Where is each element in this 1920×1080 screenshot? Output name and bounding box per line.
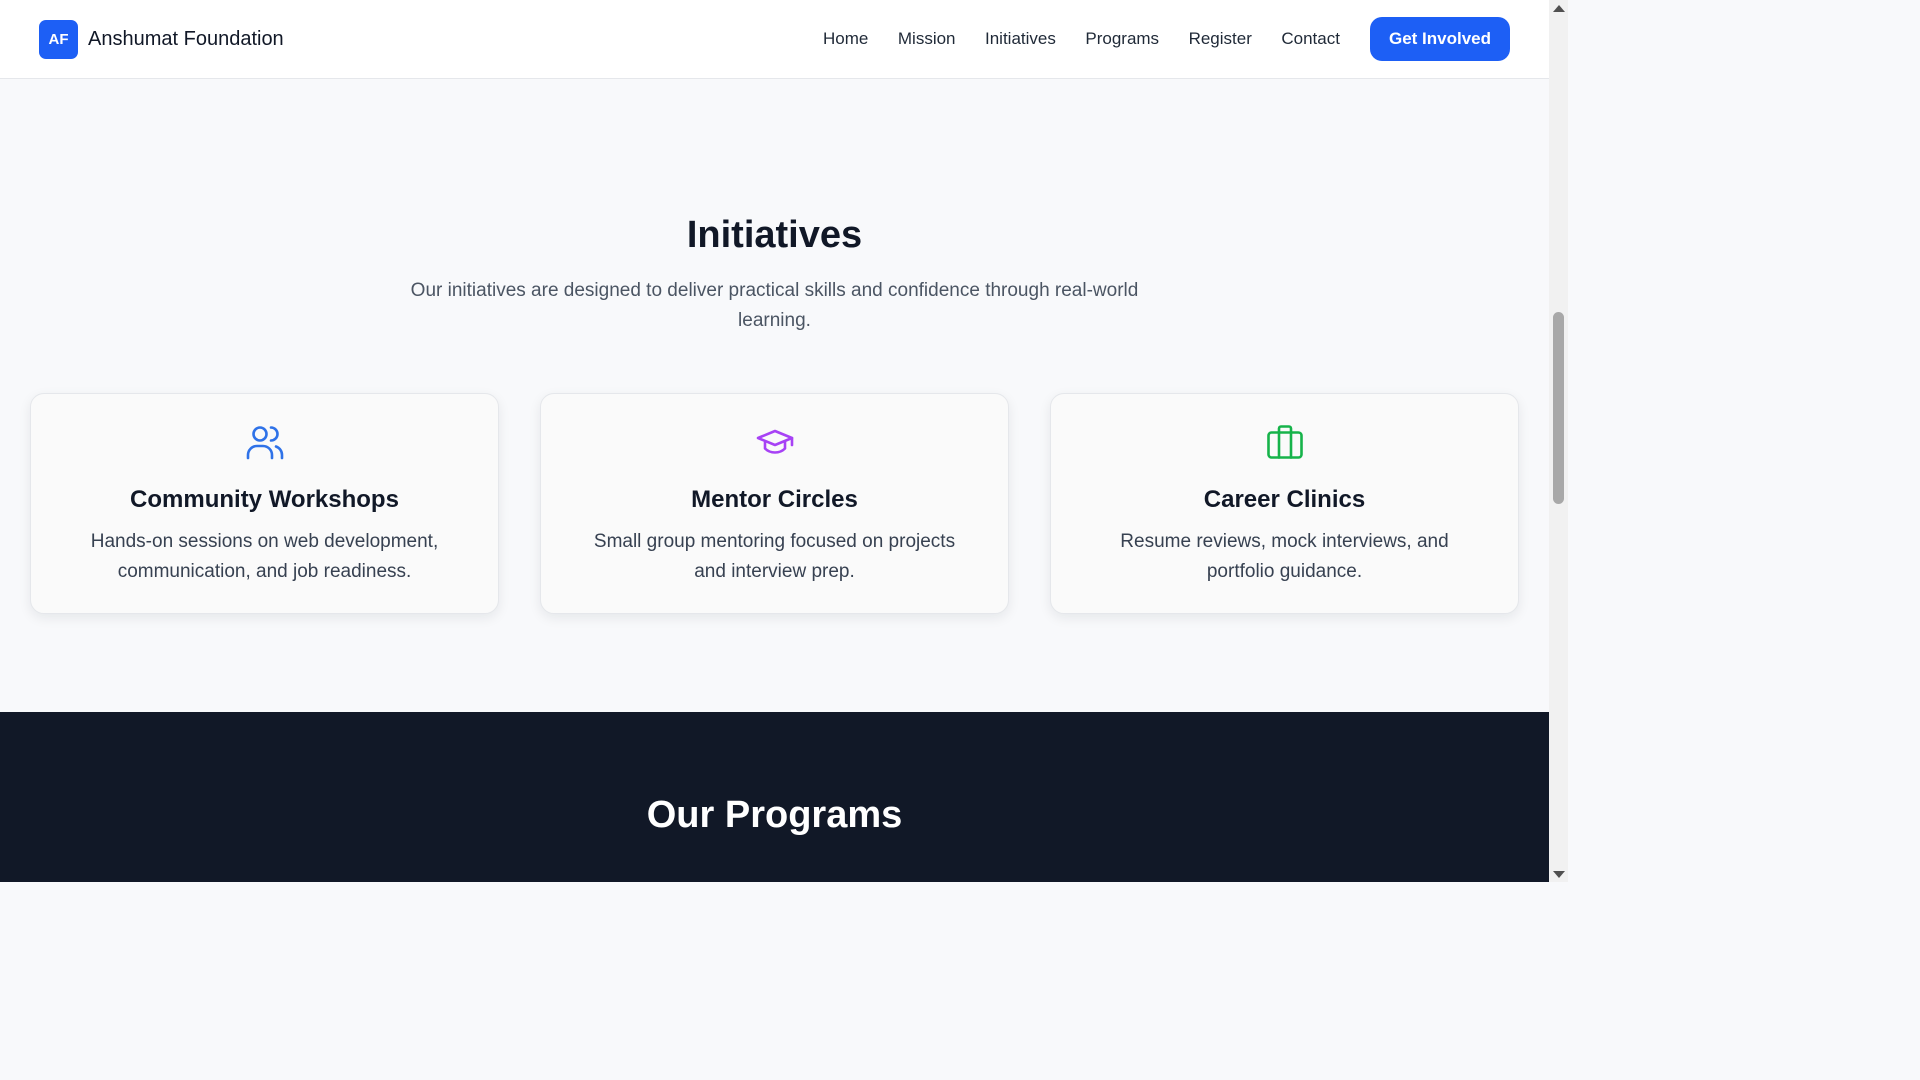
initiatives-section: Initiatives Our initiatives are designed… xyxy=(0,79,1549,712)
users-icon xyxy=(31,424,498,460)
programs-title: Our Programs xyxy=(646,794,903,836)
nav-link-register[interactable]: Register xyxy=(1189,29,1252,49)
graduation-cap-icon xyxy=(541,424,1008,460)
programs-section: Our Programs xyxy=(0,712,1549,882)
logo-badge[interactable]: AF xyxy=(39,19,78,59)
scroll-down-arrow-icon[interactable] xyxy=(1553,871,1565,878)
scroll-up-arrow-icon[interactable] xyxy=(1553,5,1565,12)
nav-link-mission[interactable]: Mission xyxy=(898,29,956,49)
nav-link-programs[interactable]: Programs xyxy=(1085,29,1159,49)
page: AF Anshumat Foundation Home Mission Init… xyxy=(0,0,1568,882)
card-description: Hands-on sessions on web development, co… xyxy=(90,531,439,582)
vertical-scrollbar[interactable] xyxy=(1549,0,1568,882)
initiatives-subtitle: Our initiatives are designed to deliver … xyxy=(410,280,1139,331)
initiatives-title: Initiatives xyxy=(686,214,863,256)
brand-name[interactable]: Anshumat Foundation xyxy=(88,28,284,51)
initiative-card-career-clinics: Career Clinics Resume reviews, mock inte… xyxy=(1050,393,1519,614)
site-header: AF Anshumat Foundation Home Mission Init… xyxy=(0,0,1549,79)
main-nav: Home Mission Initiatives Programs Regist… xyxy=(823,17,1510,61)
initiative-card-mentor-circles: Mentor Circles Small group mentoring foc… xyxy=(540,393,1009,614)
card-description: Resume reviews, mock interviews, and por… xyxy=(1120,531,1449,582)
nav-link-contact[interactable]: Contact xyxy=(1281,29,1340,49)
nav-link-home[interactable]: Home xyxy=(823,29,868,49)
initiative-card-community-workshops: Community Workshops Hands-on sessions on… xyxy=(30,393,499,614)
brand[interactable]: AF Anshumat Foundation xyxy=(39,19,284,59)
nav-link-initiatives[interactable]: Initiatives xyxy=(985,29,1056,49)
get-involved-button[interactable]: Get Involved xyxy=(1369,17,1510,61)
card-title: Mentor Circles xyxy=(691,486,858,513)
briefcase-icon xyxy=(1051,424,1518,460)
scroll-thumb[interactable] xyxy=(1553,312,1564,504)
card-title: Career Clinics xyxy=(1203,486,1366,513)
card-title: Community Workshops xyxy=(130,486,399,513)
card-description: Small group mentoring focused on project… xyxy=(593,531,956,582)
